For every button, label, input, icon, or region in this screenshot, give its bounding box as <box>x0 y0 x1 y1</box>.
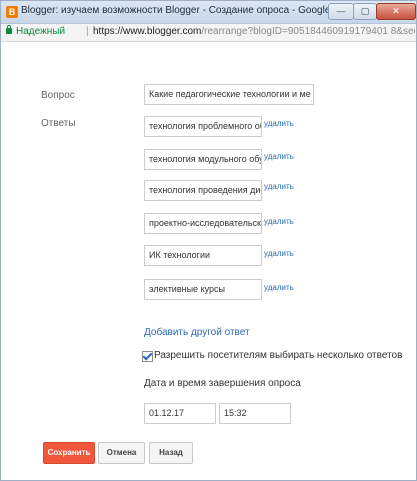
url-path: /rearrange?blogID=905184460919179401 8&s… <box>201 26 415 37</box>
answer-input-3[interactable]: технология проведения дис <box>144 180 262 201</box>
multi-choice-checkbox[interactable] <box>142 351 153 362</box>
delete-answer-link-5[interactable]: удалить <box>264 249 294 258</box>
question-label: Вопрос <box>41 90 75 101</box>
end-date-input[interactable]: 01.12.17 <box>144 403 216 424</box>
url-text[interactable]: https://www.blogger.com/rearrange?blogID… <box>93 26 415 37</box>
delete-answer-link-3[interactable]: удалить <box>264 182 294 191</box>
window-title: Blogger: изучаем возможности Blogger - С… <box>21 5 369 16</box>
maximize-button[interactable]: ▢ <box>353 3 377 20</box>
delete-answer-link-1[interactable]: удалить <box>264 119 294 128</box>
answer-input-2[interactable]: технология модульного обу <box>144 149 262 170</box>
answer-input-6[interactable]: элективные курсы <box>144 279 262 300</box>
answer-input-4[interactable]: проектно-исследовательск <box>144 213 262 234</box>
answers-label: Ответы <box>41 118 76 129</box>
title-bar: B Blogger: изучаем возможности Blogger -… <box>1 1 416 24</box>
secure-label: Надежный <box>16 26 66 37</box>
delete-answer-link-4[interactable]: удалить <box>264 217 294 226</box>
answer-input-5[interactable]: ИК технологии <box>144 245 262 266</box>
end-time-input[interactable]: 15:32 <box>219 403 291 424</box>
cancel-button[interactable]: Отмена <box>98 442 145 464</box>
address-bar[interactable]: Надежный | https://www.blogger.com/rearr… <box>1 24 416 42</box>
url-host: https://www.blogger.com <box>93 26 202 37</box>
add-answer-link[interactable]: Добавить другой ответ <box>144 327 250 338</box>
close-button[interactable]: ✕ <box>376 3 416 20</box>
save-button[interactable]: Сохранить <box>43 442 95 464</box>
browser-window: B Blogger: изучаем возможности Blogger -… <box>0 0 417 481</box>
minimize-button[interactable]: — <box>328 3 354 20</box>
end-datetime-label: Дата и время завершения опроса <box>144 378 301 389</box>
back-button[interactable]: Назад <box>149 442 193 464</box>
question-input[interactable]: Какие педагогические технологии и ме <box>144 84 314 105</box>
lock-icon <box>6 25 12 34</box>
blogger-logo-icon: B <box>6 6 18 18</box>
address-separator: | <box>86 26 89 37</box>
delete-answer-link-6[interactable]: удалить <box>264 283 294 292</box>
multi-choice-label[interactable]: Разрешить посетителям выбирать несколько… <box>154 350 402 361</box>
delete-answer-link-2[interactable]: удалить <box>264 152 294 161</box>
answer-input-1[interactable]: технология проблемного об <box>144 116 262 137</box>
